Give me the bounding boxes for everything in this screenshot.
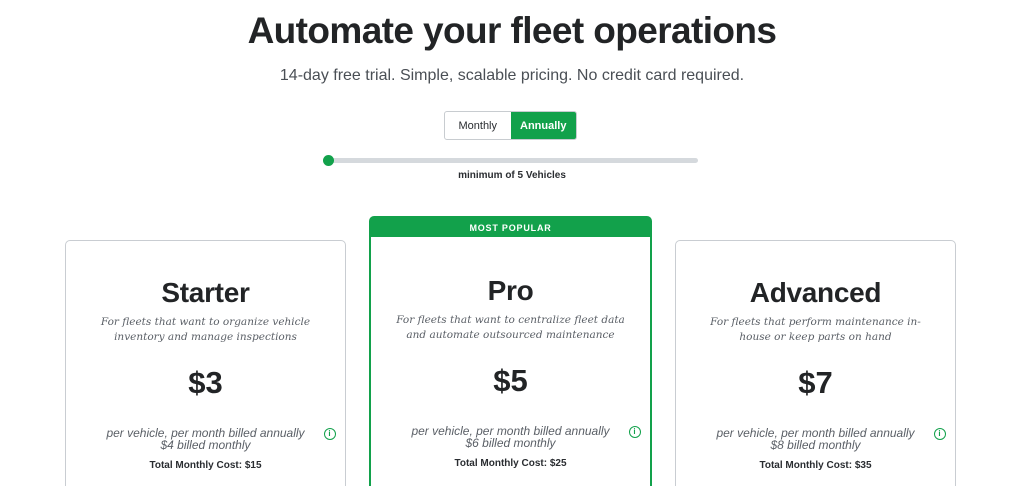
total-monthly-cost: Total Monthly Cost: $35 xyxy=(759,460,872,471)
annually-toggle-button[interactable]: Annually xyxy=(510,112,576,139)
total-monthly-cost: Total Monthly Cost: $15 xyxy=(149,460,262,471)
plan-card-advanced: Advanced For fleets that perform mainten… xyxy=(675,240,956,486)
vehicle-minimum-caption: minimum of 5 Vehicles xyxy=(458,170,566,181)
plan-price: $5 xyxy=(493,363,528,398)
pricing-page: Automate your fleet operations 14-day fr… xyxy=(0,0,1024,486)
plan-description: For fleets that want to organize vehicle… xyxy=(100,316,311,343)
billing-details: per vehicle, per month billed annually $… xyxy=(411,425,641,450)
monthly-toggle-button[interactable]: Monthly xyxy=(445,112,511,139)
plan-card-pro: MOST POPULAR Pro For fleets that want to… xyxy=(369,216,652,486)
info-icon[interactable]: i xyxy=(323,428,336,440)
total-monthly-cost: Total Monthly Cost: $25 xyxy=(454,458,567,469)
billing-toggle: Monthly Annually xyxy=(444,111,577,140)
most-popular-badge: MOST POPULAR xyxy=(371,218,650,237)
billing-details: per vehicle, per month billed annually $… xyxy=(716,427,946,452)
page-subtitle: 14-day free trial. Simple, scalable pric… xyxy=(279,67,745,84)
plan-name: Pro xyxy=(487,275,534,306)
plan-name: Starter xyxy=(161,277,250,308)
billing-monthly-text: $8 billed monthly xyxy=(770,438,861,452)
vehicle-slider-track[interactable] xyxy=(329,158,698,163)
plan-card-starter: Starter For fleets that want to organize… xyxy=(65,240,346,486)
page-title: Automate your fleet operations xyxy=(247,10,777,51)
billing-monthly-text: $4 billed monthly xyxy=(160,438,251,452)
info-icon[interactable]: i xyxy=(933,428,946,440)
plan-price: $3 xyxy=(188,365,223,400)
plan-description: For fleets that perform maintenance in-h… xyxy=(710,316,921,343)
plan-description: For fleets that want to centralize fleet… xyxy=(396,314,625,341)
info-icon[interactable]: i xyxy=(628,426,641,438)
plan-price: $7 xyxy=(798,365,833,400)
billing-monthly-text: $6 billed monthly xyxy=(465,436,556,450)
billing-details: per vehicle, per month billed annually $… xyxy=(106,427,336,452)
plan-name: Advanced xyxy=(749,277,882,308)
vehicle-slider-handle[interactable] xyxy=(323,155,334,166)
